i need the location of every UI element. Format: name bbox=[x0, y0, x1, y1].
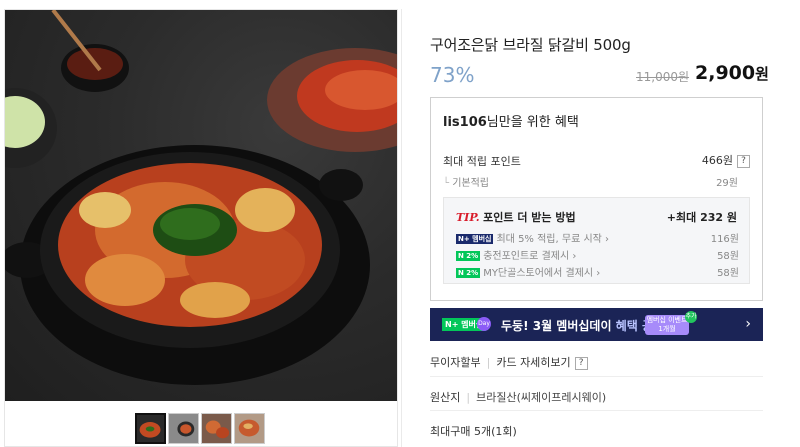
membership-day-banner[interactable]: N+ 멤버십 Day 두둥! 3월 멤버십데이 혜택 공개 멤버십 이벤트 1개월… bbox=[430, 308, 763, 341]
sale-price: 2,900원 bbox=[695, 62, 769, 84]
origin-row: 원산지 | 브라질산(씨제이프레시웨이) bbox=[430, 389, 763, 405]
benefit-user: lis106 bbox=[443, 115, 487, 130]
tip-line-value: 116원 bbox=[710, 234, 739, 245]
tip-heading: TIP. 포인트 더 받는 방법 bbox=[456, 209, 576, 225]
bonus-icon: 추가 bbox=[685, 311, 697, 323]
tip-line-text: MY단골스토어에서 결제시 › bbox=[483, 268, 601, 279]
divider: | bbox=[486, 356, 491, 369]
max-points-value-wrap: 466원? bbox=[702, 152, 750, 168]
origin-label: 원산지 bbox=[430, 391, 461, 404]
basic-points-value: 29원 bbox=[716, 178, 738, 189]
day-icon: Day bbox=[477, 317, 491, 331]
divider-line bbox=[430, 410, 763, 411]
naver-2pct-badge: N 2% bbox=[456, 268, 481, 278]
naver-2pct-badge: N 2% bbox=[456, 251, 481, 261]
basic-points-row: 기본적립 29원 bbox=[443, 174, 750, 189]
product-gallery bbox=[0, 0, 400, 447]
divider: | bbox=[466, 391, 471, 404]
product-title: 구어조은닭 브라질 닭갈비 500g bbox=[430, 36, 631, 54]
max-points-row: 최대 적립 포인트 466원? bbox=[443, 153, 750, 169]
thumbnail-4[interactable] bbox=[234, 413, 265, 444]
tip-label: TIP. bbox=[456, 211, 480, 224]
max-points-label: 최대 적립 포인트 bbox=[443, 155, 521, 168]
installment-label: 무이자할부 bbox=[430, 356, 481, 369]
product-main-image[interactable] bbox=[5, 10, 397, 401]
max-buy-row: 최대구매 5개(1회) bbox=[430, 425, 517, 438]
tip-line-value: 58원 bbox=[717, 251, 739, 262]
tip-box: TIP. 포인트 더 받는 방법 +최대 232 원 N+ 멤버십 최대 5% 적… bbox=[443, 197, 750, 284]
thumbnail-1[interactable] bbox=[135, 413, 166, 444]
tip-line-text: 충전포인트로 결제시 › bbox=[483, 251, 577, 262]
mini-line-2: 1개월 bbox=[658, 325, 676, 333]
tip-line-1[interactable]: N+ 멤버십 최대 5% 적립, 무료 시작 › 116원 bbox=[456, 230, 739, 245]
banner-main-text: 두둥! 3월 멤버십데이 bbox=[501, 319, 612, 333]
mini-line-1: 멤버십 이벤트 bbox=[646, 316, 688, 324]
chevron-right-icon: › bbox=[745, 316, 751, 332]
membership-badge: N+ 멤버십 bbox=[456, 234, 494, 244]
origin-value: 브라질산(씨제이프레시웨이) bbox=[476, 391, 607, 404]
tip-line-3[interactable]: N 2% MY단골스토어에서 결제시 › 58원 bbox=[456, 264, 739, 279]
max-points-value: 466원 bbox=[701, 154, 733, 167]
tip-max: +최대 232 원 bbox=[666, 211, 737, 224]
sale-price-unit: 원 bbox=[755, 65, 769, 83]
card-info-link[interactable]: 카드 자세히보기 bbox=[496, 356, 570, 369]
tip-line-text: 최대 5% 적립, 무료 시작 › bbox=[496, 234, 610, 245]
benefit-heading: lis106님만을 위한 혜택 bbox=[443, 111, 579, 130]
discount-rate: 73% bbox=[430, 63, 475, 87]
thumbnail-2[interactable] bbox=[168, 413, 199, 444]
thumbnail-3[interactable] bbox=[201, 413, 232, 444]
divider-line bbox=[430, 376, 763, 377]
benefit-box: lis106님만을 위한 혜택 최대 적립 포인트 466원? 기본적립 29원… bbox=[430, 97, 763, 301]
banner-text: 두둥! 3월 멤버십데이 혜택 공개 bbox=[501, 317, 664, 334]
installment-row: 무이자할부 | 카드 자세히보기? bbox=[430, 354, 763, 370]
help-icon[interactable]: ? bbox=[574, 356, 588, 370]
help-icon[interactable]: ? bbox=[737, 154, 750, 168]
original-price: 11,000원 bbox=[636, 70, 690, 84]
tip-text: 포인트 더 받는 방법 bbox=[483, 211, 576, 224]
thumbnail-strip bbox=[135, 413, 265, 444]
basic-points-label: 기본적립 bbox=[443, 178, 489, 189]
product-info-panel: 구어조은닭 브라질 닭갈비 500g 73% 11,000원 2,900원 li… bbox=[401, 9, 793, 447]
banner-mini-card: 멤버십 이벤트 1개월 bbox=[645, 315, 689, 335]
tip-line-value: 58원 bbox=[717, 268, 739, 279]
sale-price-value: 2,900 bbox=[695, 62, 756, 84]
tip-line-2[interactable]: N 2% 충전포인트로 결제시 › 58원 bbox=[456, 247, 739, 262]
benefit-heading-suffix: 님만을 위한 혜택 bbox=[486, 115, 579, 130]
